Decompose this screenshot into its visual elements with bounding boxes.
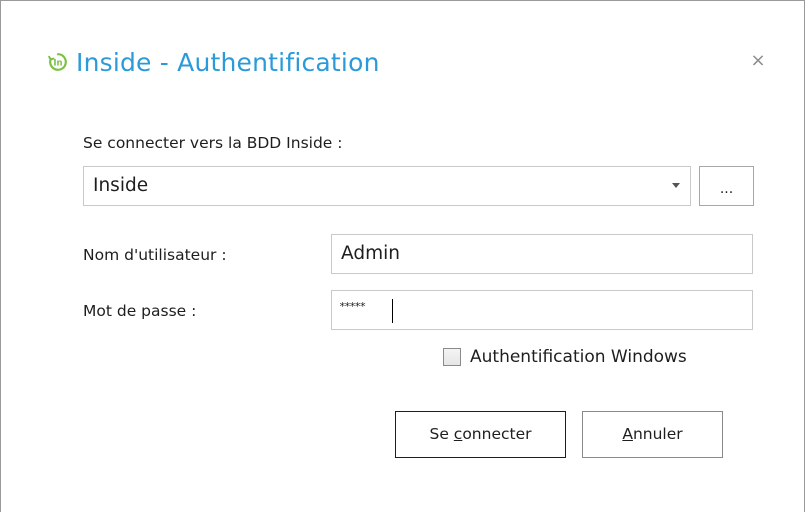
windows-auth-label: Authentification Windows	[470, 347, 687, 367]
cancel-button-suffix: nnuler	[632, 425, 683, 443]
username-value: Admin	[341, 243, 400, 264]
svg-text:In: In	[53, 59, 62, 69]
password-value: *****	[339, 300, 366, 313]
authentication-dialog: In Inside - Authentification × Se connec…	[0, 0, 805, 512]
window-title: Inside - Authentification	[76, 47, 380, 77]
username-label: Nom d'utilisateur :	[83, 246, 227, 264]
windows-auth-checkbox[interactable]	[443, 348, 461, 366]
connect-button[interactable]: Se connecter	[395, 411, 566, 458]
connect-button-suffix: onnecter	[462, 425, 532, 443]
inside-logo-icon: In	[48, 52, 68, 72]
close-button[interactable]: ×	[748, 51, 768, 71]
password-label: Mot de passe :	[83, 302, 197, 320]
connect-button-prefix: Se	[429, 425, 454, 443]
cancel-button-mnemonic: A	[622, 425, 633, 443]
database-select[interactable]: Inside	[83, 166, 691, 206]
database-label: Se connecter vers la BDD Inside :	[83, 134, 343, 152]
chevron-down-icon	[672, 183, 680, 188]
password-field[interactable]: *****	[331, 290, 753, 330]
username-field[interactable]: Admin	[331, 234, 753, 274]
browse-button[interactable]: ...	[699, 166, 754, 206]
database-select-value: Inside	[93, 175, 149, 196]
text-caret	[392, 299, 393, 323]
title-bar: In Inside - Authentification	[48, 45, 380, 79]
cancel-button[interactable]: Annuler	[582, 411, 723, 458]
windows-auth-option[interactable]: Authentification Windows	[443, 344, 687, 370]
